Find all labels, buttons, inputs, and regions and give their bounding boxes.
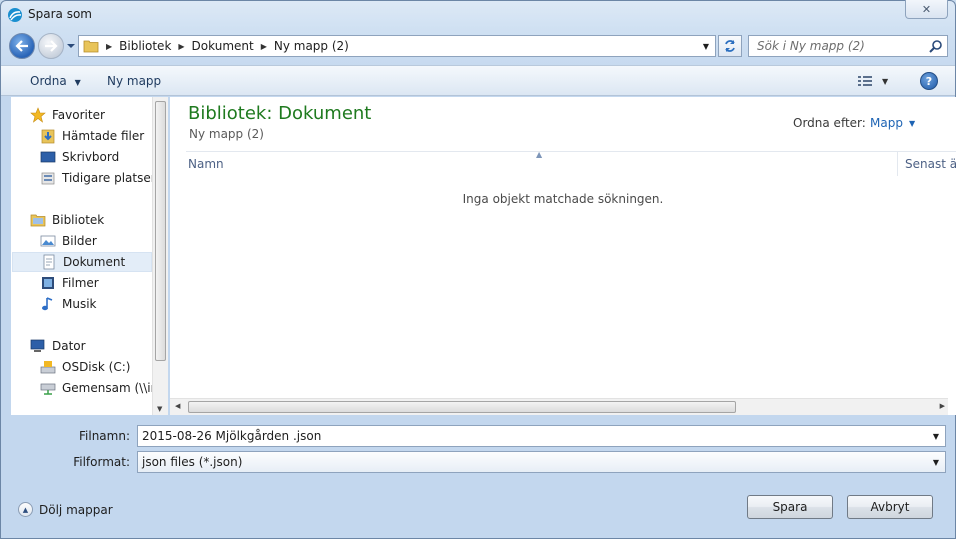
- close-button[interactable]: ✕: [905, 0, 948, 19]
- empty-message: Inga objekt matchade sökningen.: [462, 192, 664, 206]
- cancel-button[interactable]: Avbryt: [847, 495, 933, 519]
- filename-label: Filnamn:: [79, 429, 130, 443]
- nav-item-downloads[interactable]: Hämtade filer: [12, 126, 152, 146]
- new-folder-button[interactable]: Ny mapp: [107, 74, 161, 88]
- nav-item-osdisk[interactable]: OSDisk (C:): [12, 357, 152, 377]
- details-view-icon: [858, 76, 872, 86]
- chevron-down-icon: ▼: [908, 118, 916, 128]
- library-subtitle: Ny mapp (2): [189, 127, 264, 141]
- change-view-button[interactable]: ▼: [858, 73, 894, 89]
- chevron-down-icon[interactable]: ▼: [927, 426, 945, 446]
- arrange-by-dropdown[interactable]: Mapp ▼: [870, 116, 915, 130]
- star-icon: [30, 107, 46, 123]
- save-button[interactable]: Spara: [747, 495, 833, 519]
- forward-button[interactable]: [38, 33, 64, 59]
- back-button[interactable]: [9, 33, 35, 59]
- breadcrumb-bibliotek[interactable]: Bibliotek: [115, 36, 175, 56]
- nav-item-music[interactable]: Musik: [12, 294, 152, 314]
- command-bar: Ordna ▼ Ny mapp ▼ ?: [1, 65, 955, 96]
- scroll-thumb[interactable]: [155, 101, 166, 361]
- refresh-icon: [725, 40, 735, 52]
- chevron-down-icon[interactable]: ▼: [927, 452, 945, 472]
- horizontal-scrollbar[interactable]: ◀ ▶: [170, 398, 948, 415]
- app-icon: [7, 7, 23, 23]
- chevron-down-icon: [67, 44, 75, 48]
- pictures-icon: [40, 235, 56, 247]
- forward-arrow-icon: [45, 40, 58, 52]
- drive-icon: [40, 361, 56, 374]
- column-date-modified[interactable]: Senast ändrad: [905, 157, 956, 171]
- breadcrumb-current-folder[interactable]: Ny mapp (2): [270, 36, 353, 56]
- address-bar[interactable]: ▶ Bibliotek ▶ Dokument ▶ Ny mapp (2) ▼: [78, 35, 716, 57]
- breadcrumb-separator-icon: ▶: [260, 41, 267, 51]
- nav-computer[interactable]: Dator: [12, 336, 152, 356]
- music-icon: [42, 297, 53, 311]
- organize-label: Ordna: [30, 74, 67, 88]
- filetype-value: json files (*.json): [142, 455, 243, 469]
- hide-folders-button[interactable]: ▲ Dölj mappar: [18, 502, 113, 517]
- filename-field[interactable]: 2015-08-26 Mjölkgården .json ▼: [137, 425, 946, 447]
- nav-item-network-drive[interactable]: Gemensam (\\int: [12, 378, 152, 398]
- window-title: Spara som: [28, 7, 92, 21]
- recent-pages-dropdown[interactable]: [66, 40, 76, 52]
- search-icon[interactable]: [928, 39, 943, 54]
- title-bar: Spara som ✕: [0, 0, 956, 30]
- column-header: ▲ Namn Senast ändrad: [186, 150, 956, 176]
- help-button[interactable]: ?: [920, 72, 938, 90]
- recent-places-icon: [41, 172, 55, 185]
- nav-favorites[interactable]: Favoriter: [12, 105, 152, 125]
- navigation-scrollbar[interactable]: ▼: [152, 97, 168, 415]
- filename-value: 2015-08-26 Mjölkgården .json: [142, 429, 322, 443]
- search-input[interactable]: Sök i Ny mapp (2): [748, 35, 948, 57]
- close-icon: ✕: [921, 2, 932, 16]
- chevron-down-icon[interactable]: ▼: [157, 405, 162, 413]
- arrange-by-label: Ordna efter:: [793, 116, 866, 130]
- chevron-left-icon[interactable]: ◀: [175, 402, 180, 410]
- library-icon: [30, 214, 46, 227]
- nav-libraries[interactable]: Bibliotek: [12, 210, 152, 230]
- navigation-pane: Favoriter Hämtade filer Skrivbord Tidiga…: [11, 97, 167, 415]
- chevron-down-icon: ▼: [882, 76, 889, 86]
- organize-button[interactable]: Ordna ▼: [30, 74, 81, 88]
- nav-item-documents[interactable]: Dokument: [12, 252, 152, 272]
- content-pane: Bibliotek: Dokument Ny mapp (2) Ordna ef…: [170, 97, 956, 415]
- downloads-icon: [41, 129, 55, 144]
- column-name[interactable]: Namn: [188, 157, 224, 171]
- breadcrumb-dokument[interactable]: Dokument: [188, 36, 258, 56]
- help-icon: ?: [925, 74, 933, 88]
- nav-item-desktop[interactable]: Skrivbord: [12, 147, 152, 167]
- search-placeholder: Sök i Ny mapp (2): [757, 39, 865, 53]
- documents-icon: [43, 254, 55, 270]
- nav-item-videos[interactable]: Filmer: [12, 273, 152, 293]
- filetype-select[interactable]: json files (*.json) ▼: [137, 451, 946, 473]
- chevron-down-icon: ▼: [74, 78, 81, 87]
- chevron-up-icon: ▲: [18, 502, 33, 517]
- folder-icon: [79, 36, 103, 56]
- back-arrow-icon: [15, 40, 28, 52]
- library-title: Bibliotek: Dokument: [188, 103, 372, 124]
- desktop-icon: [40, 151, 56, 163]
- nav-item-recent-places[interactable]: Tidigare platser: [12, 168, 152, 188]
- refresh-button[interactable]: [718, 35, 742, 57]
- network-drive-icon: [40, 383, 56, 395]
- videos-icon: [42, 277, 54, 289]
- scroll-thumb[interactable]: [188, 401, 736, 413]
- filetype-label: Filformat:: [73, 455, 130, 469]
- address-dropdown-button[interactable]: ▼: [697, 36, 715, 56]
- breadcrumb-separator-icon: ▶: [106, 41, 113, 51]
- chevron-right-icon[interactable]: ▶: [940, 402, 945, 410]
- sort-ascending-icon: ▲: [536, 150, 543, 159]
- nav-item-pictures[interactable]: Bilder: [12, 231, 152, 251]
- breadcrumb-separator-icon: ▶: [178, 41, 185, 51]
- computer-icon: [30, 339, 45, 352]
- column-divider[interactable]: [897, 152, 898, 176]
